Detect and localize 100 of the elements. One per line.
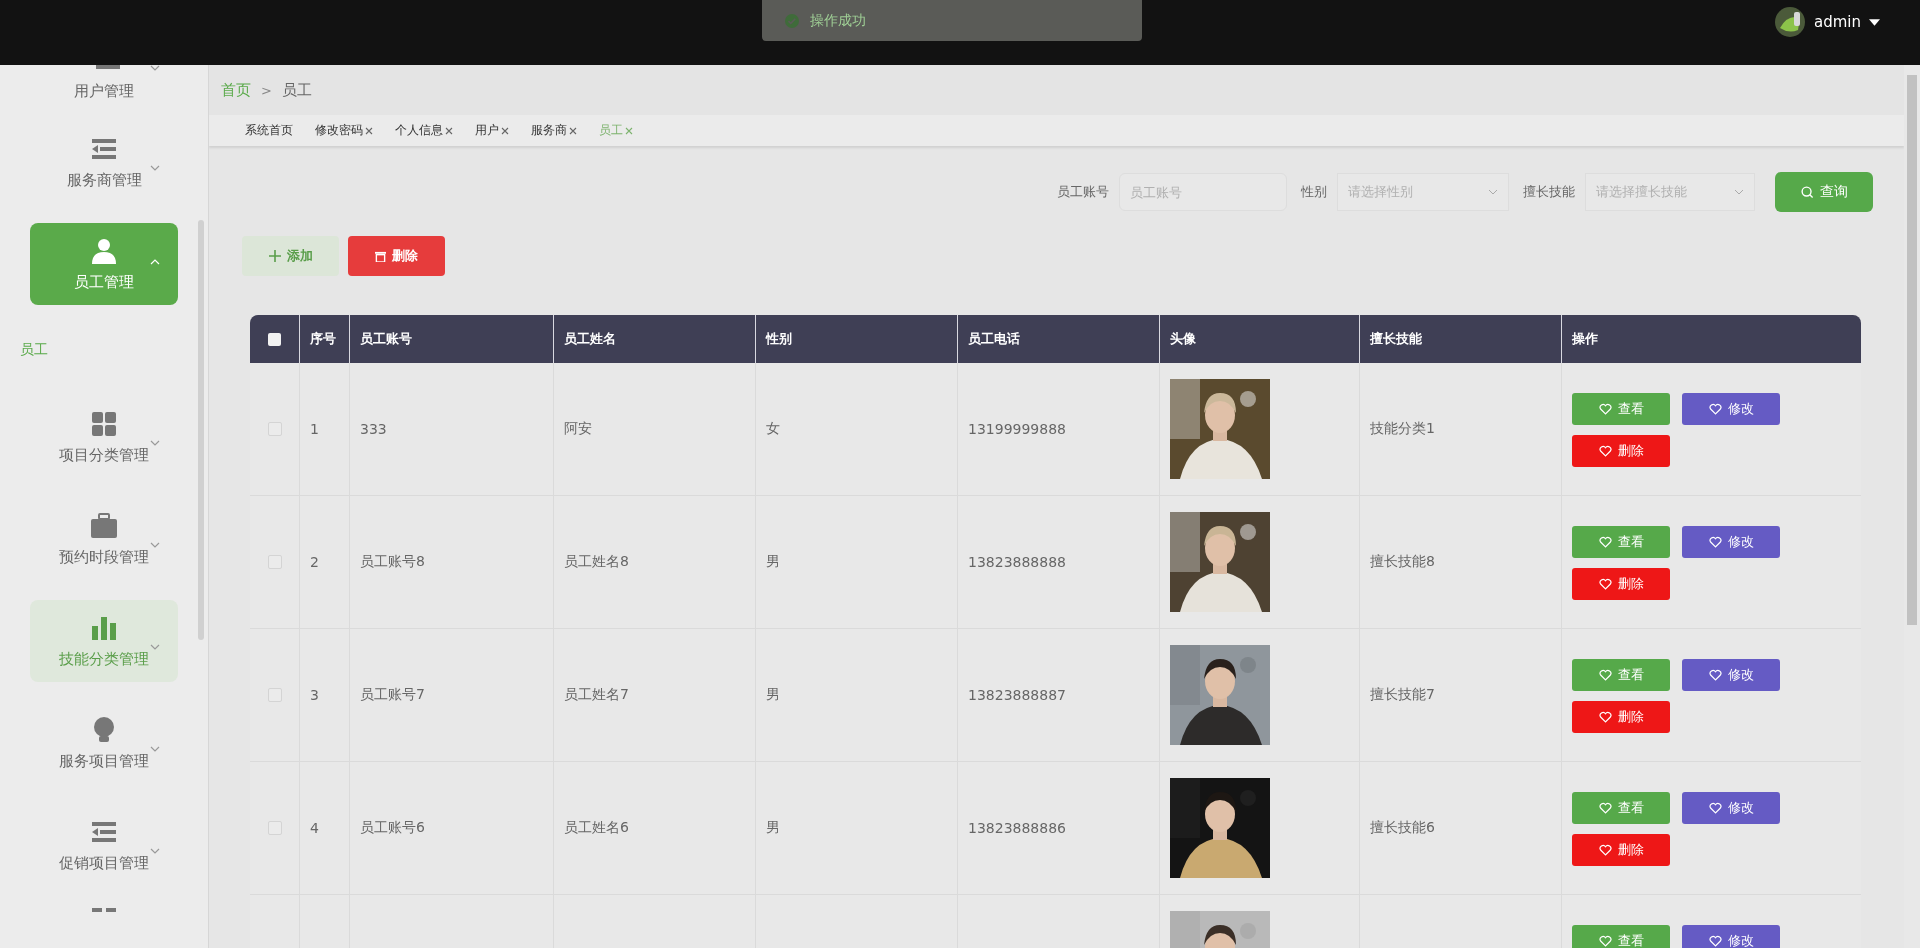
chevron-icon [1734,189,1744,195]
sidebar-item[interactable]: 服务项目管理 [30,702,178,784]
delete-button[interactable]: 删除 [1572,701,1670,733]
field-label: 擅长技能 [1523,183,1575,201]
close-icon[interactable] [445,126,453,135]
menu-icon [94,65,122,71]
column-header: 性别 [755,315,957,363]
table-cell: 员工姓名7 [564,686,629,704]
chevron-icon [150,848,160,854]
sidebar-item[interactable]: 员工管理 [30,223,178,305]
column-header: 操作 [1561,315,1861,363]
table-cell: 2 [310,554,319,570]
heart-icon [1708,669,1722,681]
briefcase-icon [90,511,118,540]
edit-button[interactable]: 修改 [1682,393,1780,425]
chevron-icon [150,65,160,71]
caret-icon[interactable] [1869,18,1880,26]
add-button[interactable]: 添加 [242,236,339,276]
tab[interactable]: 服务商 [531,122,577,139]
tab[interactable]: 修改密码 [315,122,373,139]
heart-icon [1708,802,1722,814]
breadcrumb-link[interactable]: 首页 [221,80,251,100]
select-all-checkbox[interactable] [268,332,281,346]
table-cell: 333 [360,421,387,437]
heart-icon [1708,536,1722,548]
edit-button[interactable]: 修改 [1682,792,1780,824]
table-cell: 女 [766,420,780,438]
heart-icon [1708,935,1722,947]
username[interactable]: admin [1814,13,1861,31]
field-label: 性别 [1301,183,1327,201]
column-header: 头像 [1159,315,1359,363]
table-cell: 4 [310,820,319,836]
edit-button[interactable]: 修改 [1682,925,1780,948]
sidebar-item[interactable]: 服务商管理 [30,121,178,203]
table-cell: 员工账号7 [360,686,425,704]
delete-button[interactable]: 删除 [1572,834,1670,866]
table-cell: 员工账号6 [360,819,425,837]
delete-button[interactable]: 删除 [1572,568,1670,600]
sidebar-subitem[interactable]: 员工 [10,305,198,376]
scrollbar[interactable] [198,220,204,640]
column-header: 擅长技能 [1359,315,1561,363]
trash-icon [375,250,386,262]
chevron-icon [150,542,160,548]
table-cell: 擅长技能8 [1370,553,1435,571]
grid-icon [90,409,118,438]
tab[interactable]: 用户 [475,122,509,139]
table-cell: 员工姓名6 [564,819,629,837]
table-cell: 擅长技能7 [1370,686,1435,704]
plus-icon [268,250,281,262]
table-cell: 男 [766,553,780,571]
table-cell: 技能分类1 [1370,420,1435,438]
edit-button[interactable]: 修改 [1682,659,1780,691]
table-cell: 擅长技能6 [1370,819,1435,837]
search-icon [1800,185,1814,199]
heart-icon [1598,578,1612,590]
table-cell: 13823888886 [968,820,1066,836]
heart-icon [1598,669,1612,681]
success-icon [784,12,800,29]
tab[interactable]: 系统首页 [245,122,293,139]
sidebar-item[interactable]: 技能分类管理 [30,600,178,682]
heart-icon [1598,711,1612,723]
heart-icon [1598,844,1612,856]
view-button[interactable]: 查看 [1572,925,1670,948]
edit-button[interactable]: 修改 [1682,526,1780,558]
sidebar-item[interactable]: 项目分类管理 [30,396,178,478]
person-icon [90,236,118,265]
breadcrumb-separator: > [261,82,272,98]
chevron-icon [1488,189,1498,195]
view-button[interactable]: 查看 [1572,659,1670,691]
sidebar-item[interactable]: 促销项目管理 [30,804,178,886]
close-icon[interactable] [501,126,509,135]
delete-button[interactable]: 删除 [1572,435,1670,467]
heart-icon [1598,802,1612,814]
heart-icon [1708,403,1722,415]
view-button[interactable]: 查看 [1572,393,1670,425]
chevron-icon [150,746,160,752]
chevron-icon [150,165,160,171]
table-cell: 男 [766,819,780,837]
close-icon[interactable] [365,126,373,135]
tab[interactable]: 个人信息 [395,122,453,139]
sidebar-item[interactable]: 用户管理 [30,65,178,101]
sidebar-item[interactable]: 预约时段管理 [30,498,178,580]
table-cell: 13823888887 [968,687,1066,703]
view-button[interactable]: 查看 [1572,526,1670,558]
close-icon[interactable] [569,126,577,135]
avatar-icon[interactable] [1774,6,1806,38]
field-label: 员工账号 [1057,183,1109,201]
toast-message: 操作成功 [810,11,866,30]
view-button[interactable]: 查看 [1572,792,1670,824]
column-header: 员工账号 [349,315,553,363]
column-header: 员工姓名 [553,315,755,363]
column-header: 员工电话 [957,315,1159,363]
chevron-icon [150,259,160,265]
table-cell: 1 [310,421,319,437]
chevron-icon [150,644,160,650]
delete-button[interactable]: 删除 [348,236,445,276]
search-button[interactable]: 查询 [1775,172,1873,212]
heart-icon [1598,403,1612,415]
column-header: 序号 [299,315,349,363]
heart-icon [1598,445,1612,457]
